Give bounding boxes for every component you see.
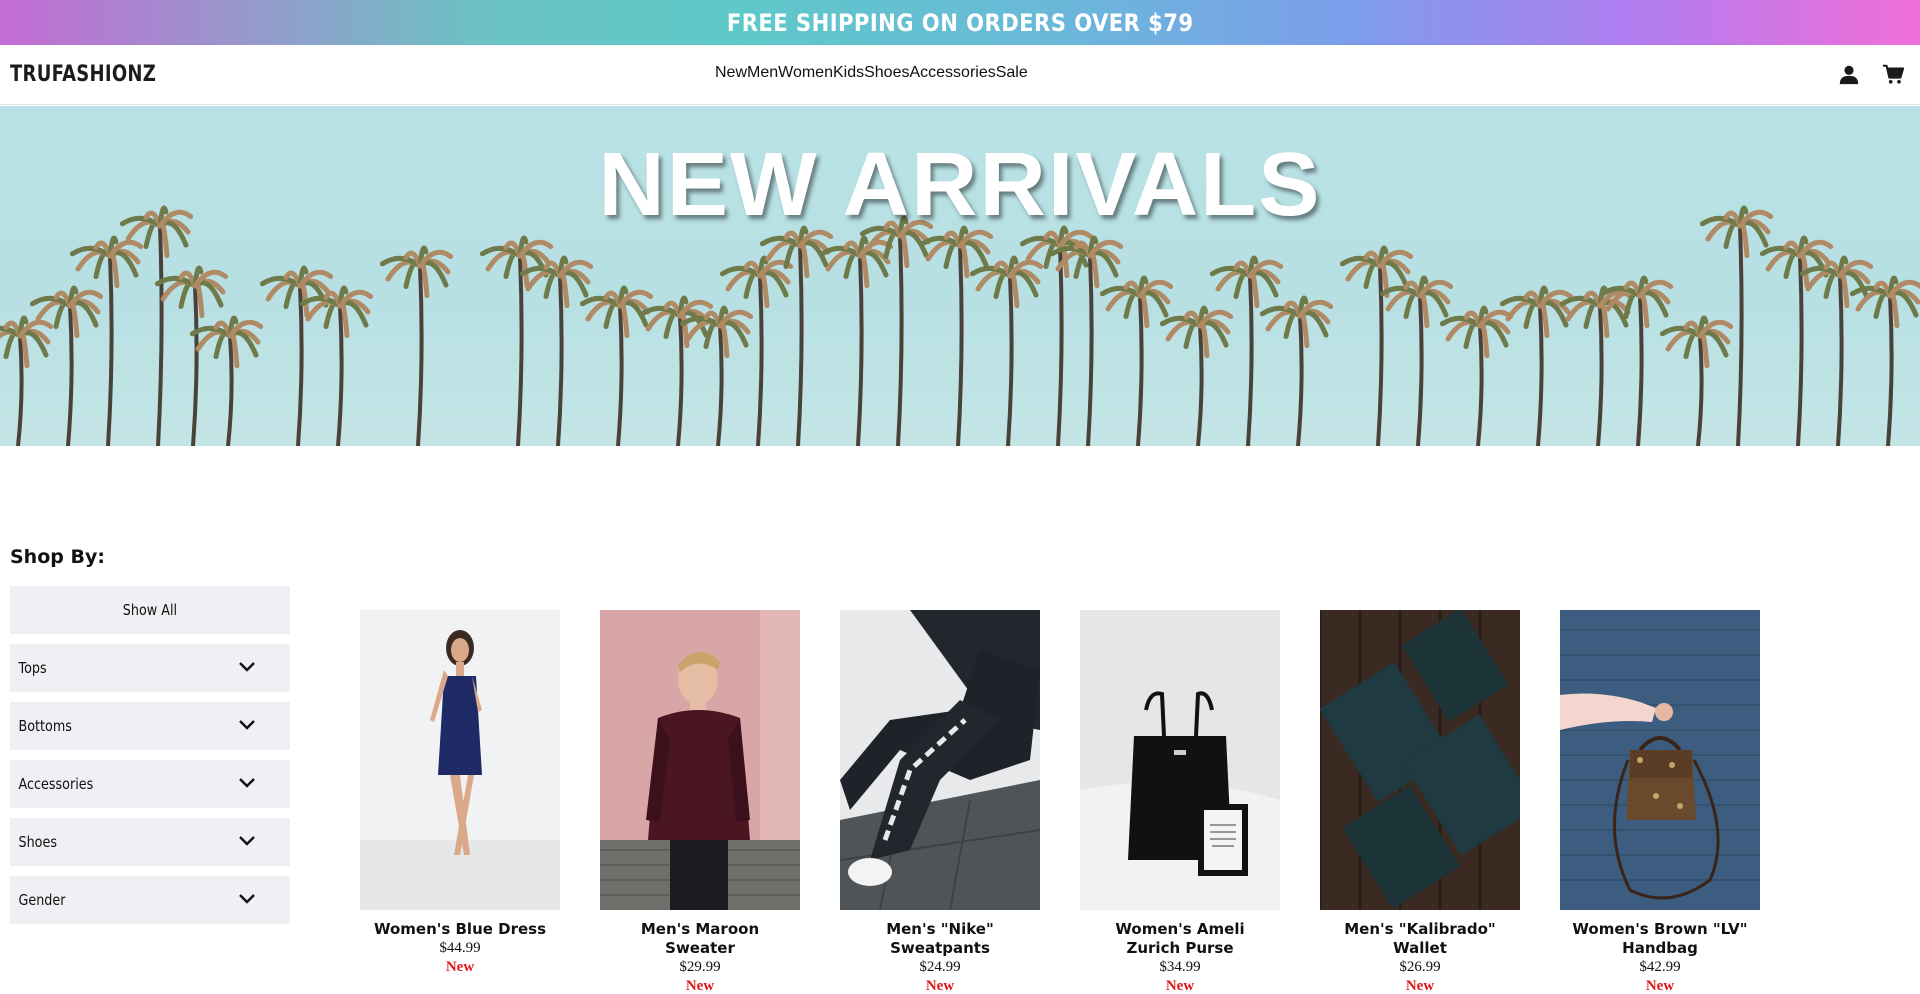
promo-banner: FREE SHIPPING ON ORDERS OVER $79 xyxy=(0,0,1920,45)
new-badge: New xyxy=(1405,978,1435,994)
product-card[interactable]: Women's Brown "LV" Handbag $42.99 New xyxy=(1560,610,1760,994)
site-header: TRUFASHIONZ New Men Women Kids Shoes Acc… xyxy=(0,45,1920,105)
nav-women[interactable]: Women xyxy=(778,64,833,82)
filter-shoes[interactable]: Shoes xyxy=(10,818,290,866)
new-badge: New xyxy=(1645,978,1675,994)
user-icon[interactable] xyxy=(1838,63,1860,85)
filter-bottoms[interactable]: Bottoms xyxy=(10,702,290,750)
product-card[interactable]: Women's Ameli Zurich Purse $34.99 New xyxy=(1080,610,1280,994)
hero-title: NEW ARRIVALS xyxy=(598,135,1322,235)
nav-sale[interactable]: Sale xyxy=(996,64,1028,82)
show-all-label: Show All xyxy=(122,601,178,619)
new-badge: New xyxy=(685,978,715,994)
main-nav: New Men Women Kids Shoes Accessories Sal… xyxy=(715,64,1028,82)
filter-label: Tops xyxy=(18,659,47,677)
product-name[interactable]: Women's Brown "LV" Handbag xyxy=(1560,920,1760,958)
nav-accessories[interactable]: Accessories xyxy=(909,64,995,82)
product-price: $29.99 xyxy=(679,959,721,975)
site-logo[interactable]: TRUFASHIONZ xyxy=(10,62,156,87)
filter-label: Accessories xyxy=(18,775,94,793)
product-price: $44.99 xyxy=(439,940,481,956)
product-price: $24.99 xyxy=(919,959,961,975)
product-name[interactable]: Men's "Kalibrado" Wallet xyxy=(1320,920,1520,958)
product-name[interactable]: Women's Blue Dress xyxy=(360,920,560,939)
product-card[interactable]: Women's Blue Dress $44.99 New xyxy=(360,610,560,977)
new-badge: New xyxy=(925,978,955,994)
product-image-wallet[interactable] xyxy=(1320,610,1520,910)
product-name[interactable]: Men's "Nike" Sweatpants xyxy=(840,920,1040,958)
new-badge: New xyxy=(1165,978,1195,994)
chevron-down-icon xyxy=(239,662,255,672)
hero-banner: NEW ARRIVALS xyxy=(0,106,1920,446)
nav-men[interactable]: Men xyxy=(747,64,778,82)
product-image-nike-sweatpants[interactable] xyxy=(840,610,1040,910)
filter-gender[interactable]: Gender xyxy=(10,876,290,924)
nav-kids[interactable]: Kids xyxy=(833,64,864,82)
chevron-down-icon xyxy=(239,836,255,846)
product-price: $26.99 xyxy=(1399,959,1441,975)
product-image-maroon-sweater[interactable] xyxy=(600,610,800,910)
nav-shoes[interactable]: Shoes xyxy=(864,64,909,82)
product-name[interactable]: Women's Ameli Zurich Purse xyxy=(1080,920,1280,958)
product-image-purse[interactable] xyxy=(1080,610,1280,910)
product-name[interactable]: Men's Maroon Sweater xyxy=(600,920,800,958)
filter-label: Shoes xyxy=(18,833,57,851)
new-badge: New xyxy=(445,959,475,975)
product-card[interactable]: Men's "Nike" Sweatpants $24.99 New xyxy=(840,610,1040,994)
product-card[interactable]: Men's "Kalibrado" Wallet $26.99 New xyxy=(1320,610,1520,994)
promo-text: FREE SHIPPING ON ORDERS OVER $79 xyxy=(726,8,1194,37)
product-card[interactable]: Men's Maroon Sweater $29.99 New xyxy=(600,610,800,994)
product-price: $34.99 xyxy=(1159,959,1201,975)
product-price: $42.99 xyxy=(1639,959,1681,975)
product-image-blue-dress[interactable] xyxy=(360,610,560,910)
nav-new[interactable]: New xyxy=(715,64,747,82)
filter-accessories[interactable]: Accessories xyxy=(10,760,290,808)
filter-label: Gender xyxy=(18,891,66,909)
product-image-lv-handbag[interactable] xyxy=(1560,610,1760,910)
chevron-down-icon xyxy=(239,720,255,730)
show-all-button[interactable]: Show All xyxy=(10,586,290,634)
chevron-down-icon xyxy=(239,894,255,904)
filter-tops[interactable]: Tops xyxy=(10,644,290,692)
shop-by-heading: Shop By: xyxy=(10,546,105,568)
chevron-down-icon xyxy=(239,778,255,788)
cart-icon[interactable] xyxy=(1882,63,1904,85)
filter-label: Bottoms xyxy=(18,717,72,735)
